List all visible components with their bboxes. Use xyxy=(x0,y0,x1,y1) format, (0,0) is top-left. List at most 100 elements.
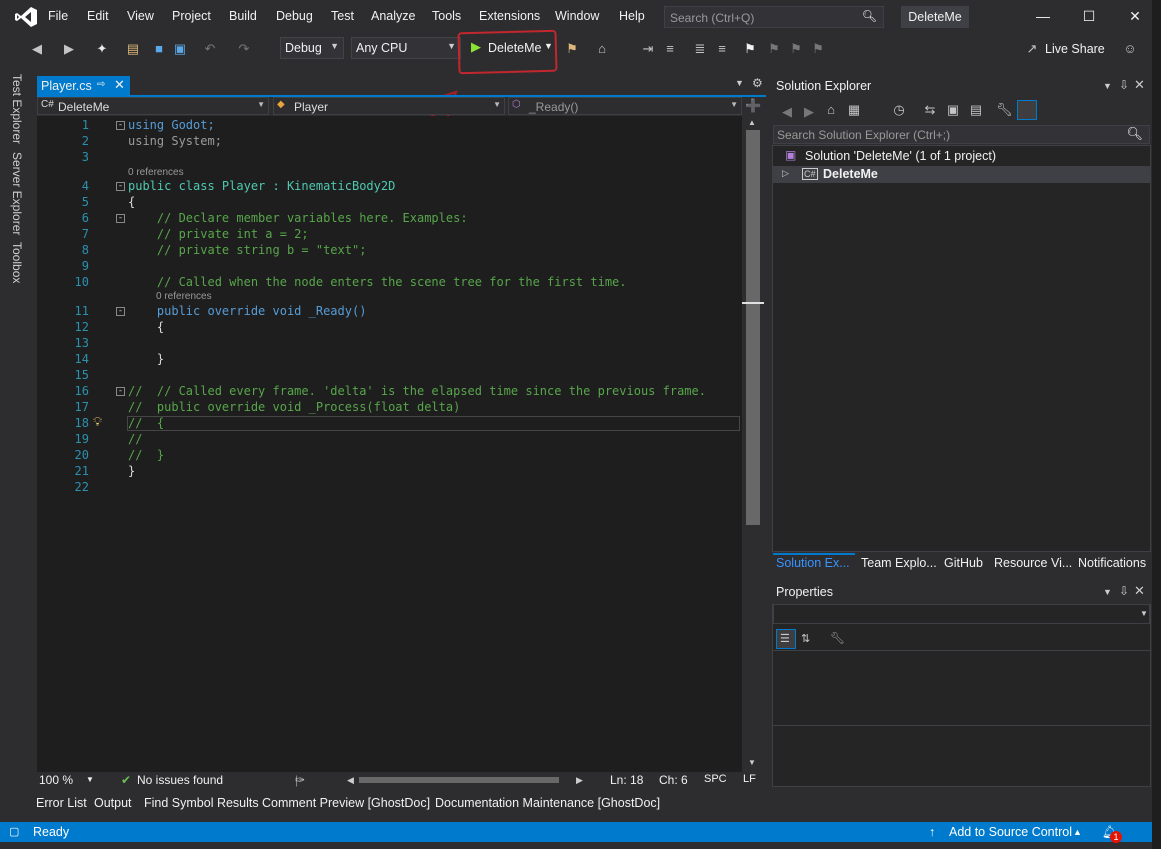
auto-hide-pin-icon[interactable]: ⇩ xyxy=(1119,78,1129,92)
chevron-right-icon[interactable]: ▶ xyxy=(576,775,583,786)
collapse-icon[interactable]: - xyxy=(116,121,125,130)
configuration-select[interactable]: Debug ▼ xyxy=(280,37,344,59)
minimize-icon[interactable]: — xyxy=(1033,8,1053,26)
auto-hide-pin-icon[interactable]: ⇩ xyxy=(1119,584,1129,598)
tab-team-explorer[interactable]: Team Explo... xyxy=(861,556,937,570)
side-tab-server-explorer[interactable]: Server Explorer xyxy=(10,152,24,235)
pin-icon[interactable]: ⇨ xyxy=(97,79,105,90)
properties-object-select[interactable] xyxy=(773,604,1150,624)
alphabetical-sort-icon[interactable]: ⇅ xyxy=(801,632,810,645)
uncomment-icon[interactable]: ≡ xyxy=(714,41,730,57)
tab-solution-explorer[interactable]: Solution Ex... xyxy=(776,556,850,570)
bookmark-icon[interactable]: ⚑ xyxy=(742,41,758,57)
save-icon[interactable]: ■ xyxy=(152,41,166,57)
output-window-icon[interactable]: ▢ xyxy=(9,825,19,838)
menu-tools[interactable]: Tools xyxy=(432,9,461,23)
zoom-level[interactable]: 100 % xyxy=(39,773,73,787)
open-folder-icon[interactable]: ▤ xyxy=(125,41,141,57)
tree-item-project[interactable]: DeleteMe xyxy=(823,167,878,181)
menu-help[interactable]: Help xyxy=(619,9,645,23)
menu-build[interactable]: Build xyxy=(229,9,257,23)
show-all-files-icon[interactable]: ▤ xyxy=(968,102,984,118)
comment-icon[interactable]: ≣ xyxy=(692,41,708,57)
next-bookmark-icon[interactable]: ⚑ xyxy=(788,41,804,57)
menu-analyze[interactable]: Analyze xyxy=(371,9,415,23)
properties-wrench-icon[interactable]: 🔧︎ xyxy=(996,102,1013,118)
navigate-back-icon[interactable]: ◀ xyxy=(30,41,44,57)
browser-link-icon[interactable]: ⌂ xyxy=(594,41,610,57)
platform-select[interactable]: Any CPU ▼ xyxy=(351,37,461,59)
tab-find-symbol-results[interactable]: Find Symbol Results xyxy=(144,796,259,810)
window-position-chevron-down-icon[interactable]: ▼ xyxy=(1103,587,1112,597)
tab-list-chevron-down-icon[interactable]: ▼ xyxy=(735,78,744,88)
menu-project[interactable]: Project xyxy=(172,9,211,23)
back-icon[interactable]: ◀ xyxy=(780,104,794,120)
tab-player-cs[interactable]: Player.cs ⇨ ✕ xyxy=(37,76,130,95)
class-nav-select[interactable]: ◆ Player ▼ xyxy=(273,97,505,115)
maximize-icon[interactable]: ☐ xyxy=(1079,8,1099,26)
code-lens-references[interactable]: 0 references xyxy=(128,167,184,178)
attach-icon[interactable]: ⚑ xyxy=(564,41,580,57)
redo-icon[interactable]: ↷ xyxy=(237,41,251,57)
solution-explorer-search-input[interactable]: Search Solution Explorer (Ctrl+;) 🔍︎ xyxy=(773,125,1150,144)
add-to-source-control-button[interactable]: Add to Source Control xyxy=(949,825,1072,839)
menu-test[interactable]: Test xyxy=(331,9,354,23)
switch-views-icon[interactable]: ▦ xyxy=(846,102,862,118)
close-window-icon[interactable]: ✕ xyxy=(1125,8,1145,26)
live-share-icon[interactable]: ↗ xyxy=(1024,41,1040,57)
issues-indicator[interactable]: No issues found xyxy=(137,773,223,787)
property-pages-wrench-icon[interactable]: 🔧︎ xyxy=(830,631,845,645)
split-editor-icon[interactable]: ➕ xyxy=(745,98,761,114)
forward-icon[interactable]: ▶ xyxy=(802,104,816,120)
collapse-icon[interactable]: - xyxy=(116,182,125,191)
tab-documentation-maintenance[interactable]: Documentation Maintenance [GhostDoc] xyxy=(435,796,660,810)
settings-gear-icon[interactable]: ⚙ xyxy=(752,76,763,90)
chevron-down-icon[interactable]: ▼ xyxy=(1140,609,1148,618)
tab-error-list[interactable]: Error List xyxy=(36,796,87,810)
clear-bookmarks-icon[interactable]: ⚑ xyxy=(810,41,826,57)
format-icon[interactable]: ≡ xyxy=(662,41,678,57)
step-icon[interactable]: ⇥ xyxy=(640,41,656,57)
prev-bookmark-icon[interactable]: ⚑ xyxy=(766,41,782,57)
close-icon[interactable]: ✕ xyxy=(1134,77,1145,93)
save-all-icon[interactable]: ▣ xyxy=(172,41,188,57)
side-tab-test-explorer[interactable]: Test Explorer xyxy=(10,74,24,144)
sync-icon[interactable]: ⇆ xyxy=(922,102,938,118)
quick-search-input[interactable]: Search (Ctrl+Q) 🔍︎ xyxy=(664,6,884,28)
tab-resource-view[interactable]: Resource Vi... xyxy=(994,556,1072,570)
code-lens-references[interactable]: 0 references xyxy=(156,291,212,302)
menu-window[interactable]: Window xyxy=(555,9,599,23)
menu-extensions[interactable]: Extensions xyxy=(479,9,540,23)
window-position-chevron-down-icon[interactable]: ▼ xyxy=(1103,81,1112,91)
scrollbar-thumb[interactable] xyxy=(746,130,760,525)
menu-debug[interactable]: Debug xyxy=(276,9,313,23)
undo-icon[interactable]: ↶ xyxy=(203,41,217,57)
close-icon[interactable]: ✕ xyxy=(1134,583,1145,599)
member-nav-select[interactable]: ⬡ _Ready() ▼ xyxy=(508,97,742,115)
collapse-all-icon[interactable]: ▣ xyxy=(945,102,961,118)
lightbulb-icon[interactable]: 💡︎ xyxy=(93,415,102,430)
tab-output[interactable]: Output xyxy=(94,796,132,810)
chevron-down-icon[interactable]: ▼ xyxy=(86,775,94,784)
tree-item-solution[interactable]: Solution 'DeleteMe' (1 of 1 project) xyxy=(805,149,996,163)
expand-arrow-icon[interactable]: ▷ xyxy=(782,168,789,179)
tab-github[interactable]: GitHub xyxy=(944,556,983,570)
navigate-forward-icon[interactable]: ▶ xyxy=(62,41,76,57)
menu-edit[interactable]: Edit xyxy=(87,9,109,23)
tab-notifications[interactable]: Notifications xyxy=(1078,556,1146,570)
preview-selected-items-button[interactable] xyxy=(1017,100,1037,120)
collapse-icon[interactable]: - xyxy=(116,214,125,223)
collapse-icon[interactable]: - xyxy=(116,387,125,396)
scroll-up-icon[interactable]: ▲ xyxy=(748,118,756,127)
horizontal-scrollbar-thumb[interactable] xyxy=(359,777,559,783)
cleanup-brush-icon[interactable]: ✑ xyxy=(295,773,305,787)
home-icon[interactable]: ⌂ xyxy=(823,102,839,118)
menu-view[interactable]: View xyxy=(127,9,154,23)
collapse-icon[interactable]: - xyxy=(116,307,125,316)
project-nav-select[interactable]: C# DeleteMe ▼ xyxy=(37,97,269,115)
menu-file[interactable]: File xyxy=(48,9,68,23)
tab-comment-preview[interactable]: Comment Preview [GhostDoc] xyxy=(262,796,430,810)
scroll-down-icon[interactable]: ▼ xyxy=(748,758,756,767)
code-editor[interactable]: 1 2 3 4 5 6 7 8 9 10 11 12 13 14 15 16 1… xyxy=(37,116,742,772)
chevron-up-icon[interactable]: ▲ xyxy=(1073,827,1082,837)
